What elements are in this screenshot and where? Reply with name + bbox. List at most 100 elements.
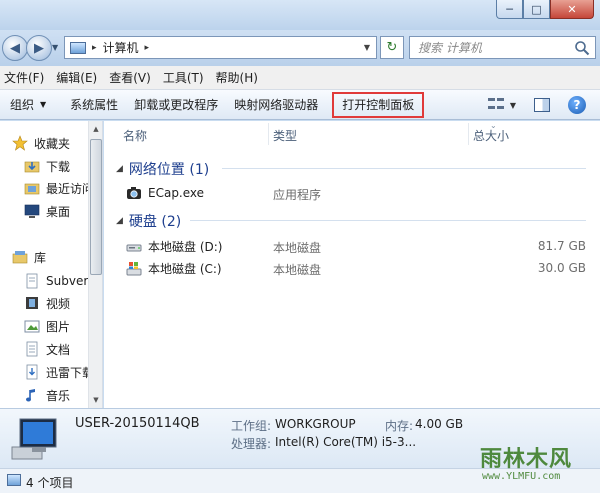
- sidebar-label: 库: [34, 250, 47, 265]
- organize-label: 组织: [10, 98, 35, 112]
- preview-pane-icon[interactable]: [534, 98, 550, 112]
- processor-label: 处理器:: [231, 437, 272, 451]
- sidebar-label: 视频: [46, 296, 71, 311]
- item-type: 本地磁盘: [273, 263, 322, 277]
- group-network-locations[interactable]: ◢ 网络位置 (1): [116, 159, 209, 179]
- navigation-pane: 收藏夹 下载 最近访问 桌面 库 Subvers 视频 图片 文档 迅雷下载 音…: [0, 121, 103, 408]
- picture-icon: [24, 320, 40, 333]
- sidebar-item-xunlei[interactable]: 迅雷下载: [24, 362, 94, 382]
- chevron-down-icon: ▼: [40, 100, 47, 109]
- scrollbar-thumb[interactable]: [90, 139, 102, 275]
- processor-value: Intel(R) Core(TM) i5-3...: [275, 435, 417, 449]
- documents-icon: [26, 341, 38, 357]
- column-name[interactable]: 名称: [123, 127, 147, 144]
- recent-pages-dropdown-icon[interactable]: ▼: [52, 43, 58, 52]
- uninstall-program-button[interactable]: 卸载或更改程序: [126, 93, 226, 117]
- group-hard-disks[interactable]: ◢ 硬盘 (2): [116, 211, 181, 231]
- refresh-icon: ↻: [386, 40, 398, 55]
- refresh-button[interactable]: ↻: [380, 36, 404, 59]
- group-title: 网络位置 (1): [128, 162, 210, 178]
- document-library-icon: [26, 273, 38, 289]
- item-label: 本地磁盘 (C:): [148, 262, 222, 276]
- item-name[interactable]: 本地磁盘 (D:): [126, 238, 222, 255]
- system-drive-icon: [126, 261, 142, 275]
- workgroup-value: WORKGROUP: [275, 417, 356, 431]
- list-item[interactable]: 本地磁盘 (C:) 本地磁盘 30.0 GB: [104, 258, 600, 278]
- item-size: 81.7 GB: [537, 239, 586, 253]
- menu-edit[interactable]: 编辑(E): [52, 69, 105, 86]
- file-list: 名称 类型 ⌄ 总大小 ◢ 网络位置 (1) ECap.exe 应用程序 ◢ 硬…: [104, 121, 600, 408]
- breadcrumb-separator-icon[interactable]: ▸: [92, 43, 97, 53]
- camera-app-icon: [127, 187, 141, 199]
- open-control-panel-button[interactable]: 打开控制面板: [332, 91, 425, 118]
- hard-drive-icon: [126, 244, 142, 251]
- forward-button[interactable]: ▶: [26, 35, 52, 61]
- sidebar-item-recent[interactable]: 最近访问: [24, 178, 94, 198]
- item-label: 本地磁盘 (D:): [148, 240, 223, 254]
- column-headers: 名称 类型 ⌄ 总大小: [104, 121, 600, 147]
- sidebar-label: 迅雷下载: [46, 365, 95, 380]
- menu-file[interactable]: 文件(F): [0, 69, 52, 86]
- list-item[interactable]: 本地磁盘 (D:) 本地磁盘 81.7 GB: [104, 236, 600, 256]
- change-view-icon[interactable]: [487, 98, 504, 112]
- items-count: 4 个项目: [26, 476, 74, 490]
- menu-tools[interactable]: 工具(T): [159, 69, 212, 86]
- sidebar-item-desktop[interactable]: 桌面: [24, 201, 70, 221]
- sidebar-item-documents[interactable]: 文档: [24, 339, 70, 359]
- close-button[interactable]: ✕: [550, 0, 594, 19]
- sidebar-label: 桌面: [46, 204, 71, 219]
- music-note-icon: [26, 389, 35, 402]
- address-bar[interactable]: ▸ 计算机 ▸ ▼: [64, 36, 377, 59]
- scroll-down-icon[interactable]: ▼: [89, 392, 102, 408]
- sidebar-item-videos[interactable]: 视频: [24, 293, 70, 313]
- map-network-drive-button[interactable]: 映射网络驱动器: [226, 93, 326, 117]
- breadcrumb-computer[interactable]: 计算机: [103, 39, 139, 56]
- search-icon[interactable]: [574, 40, 590, 56]
- address-dropdown-icon[interactable]: ▼: [364, 43, 370, 52]
- command-bar: 组织 ▼ 系统属性 卸载或更改程序 映射网络驱动器 打开控制面板 ▼ ?: [0, 90, 600, 120]
- memory-label: 内存:: [385, 419, 414, 433]
- sidebar-label: 收藏夹: [34, 136, 71, 151]
- sidebar-scrollbar[interactable]: ▲ ▼: [88, 121, 102, 408]
- maximize-button[interactable]: □: [523, 0, 550, 19]
- back-button[interactable]: ◀: [2, 35, 28, 61]
- scroll-up-icon[interactable]: ▲: [89, 121, 102, 137]
- computer-name: USER-20150114QB: [75, 416, 200, 431]
- window-controls: ─ □ ✕: [496, 0, 594, 19]
- sidebar-label: 音乐: [46, 388, 71, 403]
- navigation-bar: ◀ ▶ ▼ ▸ 计算机 ▸ ▼ ↻ 搜索 计算机: [0, 30, 600, 66]
- watermark-logo: 雨林木风 www.YLMFU.com: [478, 437, 598, 489]
- system-properties-button[interactable]: 系统属性: [62, 93, 126, 117]
- column-type[interactable]: 类型: [273, 127, 297, 144]
- minimize-button[interactable]: ─: [496, 0, 523, 19]
- downloads-folder-icon: [24, 161, 40, 173]
- title-bar: ─ □ ✕: [0, 0, 600, 30]
- sidebar-item-pictures[interactable]: 图片: [24, 316, 70, 336]
- collapse-triangle-icon[interactable]: ◢: [116, 164, 123, 174]
- sidebar-item-subversion[interactable]: Subvers: [24, 271, 95, 291]
- forward-arrow-icon: ▶: [34, 40, 44, 56]
- item-name[interactable]: 本地磁盘 (C:): [126, 260, 222, 277]
- view-controls: ▼ ?: [487, 90, 600, 120]
- watermark-url: www.YLMFU.com: [482, 471, 561, 482]
- sidebar-label: 下载: [46, 159, 71, 174]
- item-type: 本地磁盘: [273, 241, 322, 255]
- menu-view[interactable]: 查看(V): [105, 69, 159, 86]
- column-total-size[interactable]: 总大小: [473, 127, 509, 144]
- item-label: ECap.exe: [148, 186, 205, 200]
- item-name[interactable]: ECap.exe: [126, 185, 204, 201]
- help-icon[interactable]: ?: [568, 96, 586, 114]
- sidebar-item-libraries[interactable]: 库: [12, 247, 46, 267]
- breadcrumb-separator-icon[interactable]: ▸: [145, 43, 150, 53]
- sidebar-item-downloads[interactable]: 下载: [24, 156, 70, 176]
- view-options-dropdown-icon[interactable]: ▼: [510, 101, 516, 110]
- search-input[interactable]: 搜索 计算机: [409, 36, 596, 59]
- menu-bar: 文件(F) 编辑(E) 查看(V) 工具(T) 帮助(H): [0, 66, 600, 90]
- organize-button[interactable]: 组织 ▼: [0, 93, 62, 117]
- workgroup-label: 工作组:: [231, 419, 272, 433]
- menu-help[interactable]: 帮助(H): [212, 69, 266, 86]
- sidebar-item-favorites[interactable]: 收藏夹: [12, 133, 70, 153]
- collapse-triangle-icon[interactable]: ◢: [116, 216, 123, 226]
- list-item[interactable]: ECap.exe 应用程序: [104, 183, 600, 203]
- sidebar-item-music[interactable]: 音乐: [24, 385, 70, 405]
